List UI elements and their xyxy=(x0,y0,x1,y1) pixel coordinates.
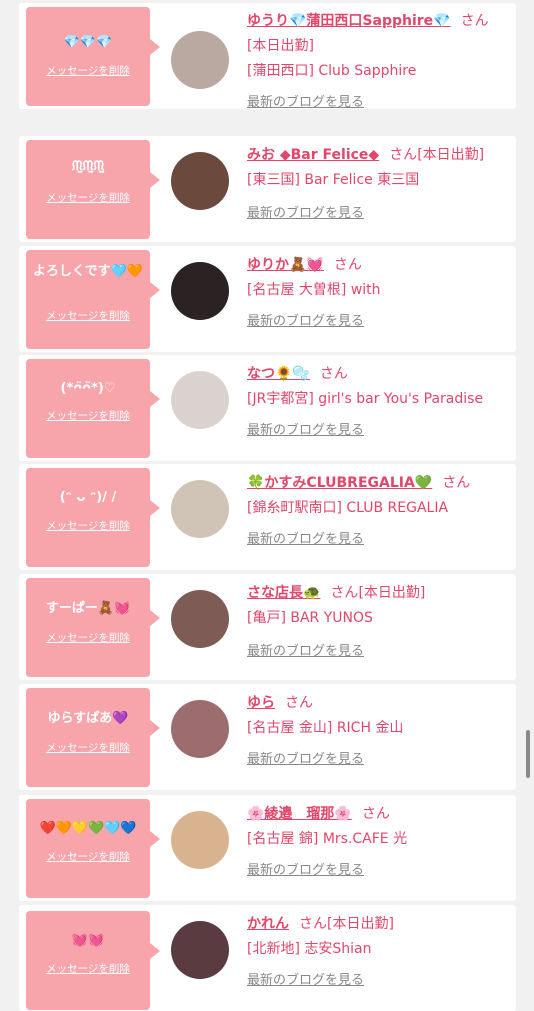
avatar[interactable] xyxy=(171,480,229,538)
san-label: さん xyxy=(330,585,359,601)
card-info: ゆりか🧸💓 さん [名古屋 大曽根] with xyxy=(247,255,512,299)
list-item: (*ᴖ̈ᴖ̈*)♡ メッセージを削除 なつ🌻🫧 さん [JR宇都宮] girl's… xyxy=(19,355,516,461)
card-info: 🌸綾邉 瑠那🌸 さん [名古屋 錦] Mrs.CAFE 光 xyxy=(247,804,512,848)
delete-message-link[interactable]: メッセージを削除 xyxy=(26,190,150,205)
message-text: ❤️🧡💛💚🩵💙 xyxy=(39,821,137,836)
list-item: すーぱー🧸💓 メッセージを削除 さな店長🐢 さん[本日出勤] [亀戸] BAR Y… xyxy=(19,574,516,680)
latest-blog-link[interactable]: 最新のブログを見る xyxy=(247,310,364,329)
san-label: さん xyxy=(285,695,313,711)
list-item: ❤️🧡💛💚🩵💙 メッセージを削除 🌸綾邉 瑠那🌸 さん [名古屋 錦] Mrs.C… xyxy=(19,795,516,901)
card-info: ゆら さん [名古屋 金山] RICH 金山 xyxy=(247,693,512,737)
message-text: よろしくです🩵🧡 xyxy=(33,264,143,279)
message-text: ᙏ̤̫ᙏ̤̫ᙏ̤̫ xyxy=(71,159,105,174)
message-bubble: 💎💎💎 メッセージを削除 xyxy=(26,7,160,106)
avatar[interactable] xyxy=(171,31,229,89)
message-bubble: ᙏ̤̫ᙏ̤̫ᙏ̤̫ メッセージを削除 xyxy=(26,140,160,239)
shop-line: [名古屋 金山] RICH 金山 xyxy=(247,720,404,736)
message-text: ゆらすぱあ💜 xyxy=(47,711,129,726)
list-item: ᙏ̤̫ᙏ̤̫ᙏ̤̫ メッセージを削除 みお ◆Bar Felice◆ さん[本日出… xyxy=(19,136,516,242)
user-name-link[interactable]: ゆら xyxy=(247,695,275,711)
user-name-link[interactable]: みお ◆Bar Felice◆ xyxy=(247,147,379,163)
avatar[interactable] xyxy=(171,700,229,758)
latest-blog-link[interactable]: 最新のブログを見る xyxy=(247,91,364,110)
delete-message-link[interactable]: メッセージを削除 xyxy=(26,308,150,323)
message-text: すーぱー🧸💓 xyxy=(45,601,131,616)
user-name-link[interactable]: ゆりか🧸💓 xyxy=(247,257,324,273)
san-label: さん xyxy=(442,475,471,491)
card-info: みお ◆Bar Felice◆ さん[本日出勤] [東三国] Bar Felice… xyxy=(247,145,512,189)
user-name-link[interactable]: かれん xyxy=(247,916,289,932)
san-label: さん xyxy=(460,13,489,29)
message-text: 💎💎💎 xyxy=(63,35,113,50)
delete-message-link[interactable]: メッセージを削除 xyxy=(26,63,150,78)
message-text: 💓💓 xyxy=(71,933,105,948)
message-text: (ᵔ ᴗ ᵔ)/ / xyxy=(59,490,117,505)
scrollbar[interactable] xyxy=(526,730,530,778)
shop-line: [亀戸] BAR YUNOS xyxy=(247,610,373,626)
user-name-link[interactable]: 🍀かすみCLUBREGALIA💚 xyxy=(247,475,432,491)
shop-line: [名古屋 大曽根] with xyxy=(247,282,381,298)
message-text: (*ᴖ̈ᴖ̈*)♡ xyxy=(60,381,116,396)
avatar[interactable] xyxy=(171,590,229,648)
latest-blog-link[interactable]: 最新のブログを見る xyxy=(247,419,364,438)
shop-line: [北新地] 志安Shian xyxy=(247,941,372,957)
card-info: なつ🌻🫧 さん [JR宇都宮] girl's bar You's Paradise xyxy=(247,364,512,408)
avatar[interactable] xyxy=(171,262,229,320)
card-info: さな店長🐢 さん[本日出勤] [亀戸] BAR YUNOS xyxy=(247,583,512,627)
san-label: さん xyxy=(389,147,418,163)
delete-message-link[interactable]: メッセージを削除 xyxy=(26,849,150,864)
user-name-link[interactable]: なつ🌻🫧 xyxy=(247,366,310,382)
card-info: 🍀かすみCLUBREGALIA💚 さん [錦糸町駅南口] CLUB REGALIA xyxy=(247,473,512,517)
latest-blog-link[interactable]: 最新のブログを見る xyxy=(247,748,364,767)
user-name-link[interactable]: ゆうり💎蒲田西口Sapphire💎 xyxy=(247,13,451,29)
delete-message-link[interactable]: メッセージを削除 xyxy=(26,740,150,755)
san-label: さん xyxy=(319,366,348,382)
message-bubble: 💓💓 メッセージを削除 xyxy=(26,911,160,1010)
delete-message-link[interactable]: メッセージを削除 xyxy=(26,961,150,976)
latest-blog-link[interactable]: 最新のブログを見る xyxy=(247,528,364,547)
message-bubble: (ᵔ ᴗ ᵔ)/ / メッセージを削除 xyxy=(26,468,160,567)
san-label: さん xyxy=(361,806,390,822)
avatar[interactable] xyxy=(171,921,229,979)
message-bubble: ❤️🧡💛💚🩵💙 メッセージを削除 xyxy=(26,799,160,898)
user-name-link[interactable]: さな店長🐢 xyxy=(247,585,320,601)
card-info: かれん さん[本日出勤] [北新地] 志安Shian xyxy=(247,914,512,958)
list-item: よろしくです🩵🧡 メッセージを削除 ゆりか🧸💓 さん [名古屋 大曽根] with… xyxy=(19,246,516,352)
list-item: ゆらすぱあ💜 メッセージを削除 ゆら さん [名古屋 金山] RICH 金山 最新… xyxy=(19,684,516,790)
avatar[interactable] xyxy=(171,811,229,869)
san-label: さん xyxy=(333,257,362,273)
san-label: さん xyxy=(299,916,327,932)
list-item: 💎💎💎 メッセージを削除 ゆうり💎蒲田西口Sapphire💎 さん [本日出勤] … xyxy=(19,3,516,110)
avatar[interactable] xyxy=(171,152,229,210)
card-info: ゆうり💎蒲田西口Sapphire💎 さん [本日出勤] [蒲田西口] Club S… xyxy=(247,11,512,80)
shop-line: [JR宇都宮] girl's bar You's Paradise xyxy=(247,391,484,407)
shop-line: [本日出勤] xyxy=(247,38,314,54)
message-bubble: すーぱー🧸💓 メッセージを削除 xyxy=(26,578,160,677)
message-bubble: ゆらすぱあ💜 メッセージを削除 xyxy=(26,688,160,787)
message-bubble: (*ᴖ̈ᴖ̈*)♡ メッセージを削除 xyxy=(26,359,160,458)
shop-line: [錦糸町駅南口] CLUB REGALIA xyxy=(247,500,449,516)
message-bubble: よろしくです🩵🧡 メッセージを削除 xyxy=(26,250,160,349)
avatar[interactable] xyxy=(171,371,229,429)
status-label: [本日出勤] xyxy=(358,585,426,601)
latest-blog-link[interactable]: 最新のブログを見る xyxy=(247,202,364,221)
delete-message-link[interactable]: メッセージを削除 xyxy=(26,630,150,645)
list-item: 💓💓 メッセージを削除 かれん さん[本日出勤] [北新地] 志安Shian 最新… xyxy=(19,905,516,1011)
delete-message-link[interactable]: メッセージを削除 xyxy=(26,408,150,423)
delete-message-link[interactable]: メッセージを削除 xyxy=(26,518,150,533)
shop-line: [名古屋 錦] Mrs.CAFE 光 xyxy=(247,831,408,847)
latest-blog-link[interactable]: 最新のブログを見る xyxy=(247,640,364,659)
latest-blog-link[interactable]: 最新のブログを見る xyxy=(247,969,364,988)
shop-line: [東三国] Bar Felice 東三国 xyxy=(247,172,420,188)
status-label: [本日出勤] xyxy=(417,147,485,163)
status-label: [本日出勤] xyxy=(327,916,394,932)
list-item: (ᵔ ᴗ ᵔ)/ / メッセージを削除 🍀かすみCLUBREGALIA💚 さん [… xyxy=(19,464,516,570)
shop-line: [蒲田西口] Club Sapphire xyxy=(247,63,417,79)
latest-blog-link[interactable]: 最新のブログを見る xyxy=(247,859,364,878)
user-name-link[interactable]: 🌸綾邉 瑠那🌸 xyxy=(247,806,352,822)
